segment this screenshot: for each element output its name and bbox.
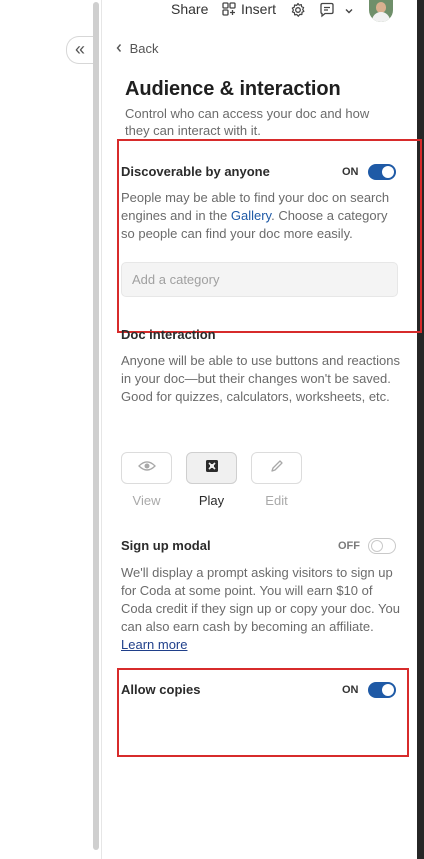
mode-edit-button[interactable] — [251, 452, 302, 484]
chevron-down-icon-svg — [345, 9, 353, 14]
back-label: Back — [129, 41, 159, 56]
doc-scrollbar[interactable] — [93, 2, 99, 850]
signup-description: We'll display a prompt asking visitors t… — [121, 564, 401, 654]
highlight-box-discoverable — [117, 139, 422, 333]
doc-interaction-title: Doc interaction — [121, 327, 216, 342]
collapse-panel-button[interactable]: « — [66, 36, 93, 64]
toggle-knob — [371, 540, 383, 552]
signup-title: Sign up modal — [121, 538, 211, 553]
insert-grid-icon-svg — [222, 2, 236, 16]
learn-more-link[interactable]: Learn more — [121, 637, 187, 652]
window-edge — [417, 0, 424, 859]
chevron-down-icon[interactable] — [344, 3, 354, 19]
gear-icon-svg — [291, 2, 305, 17]
highlight-box-copies — [117, 668, 409, 757]
play-mode-icon — [204, 458, 220, 479]
signup-desc-text: We'll display a prompt asking visitors t… — [121, 565, 400, 634]
mode-play-button[interactable] — [186, 452, 237, 484]
back-button[interactable]: Back — [115, 41, 159, 56]
comment-icon-svg — [320, 2, 334, 18]
chevron-left-icon — [115, 41, 127, 56]
panel-divider — [101, 0, 102, 859]
comment-icon[interactable] — [319, 2, 335, 21]
gear-icon[interactable] — [290, 2, 306, 21]
signup-state: OFF — [338, 540, 360, 552]
insert-grid-icon[interactable] — [222, 2, 236, 19]
page-title: Audience & interaction — [125, 78, 341, 100]
mode-play-label: Play — [198, 493, 225, 508]
mode-view-label: View — [132, 493, 161, 508]
page-subtitle: Control who can access your doc and how … — [125, 106, 370, 138]
doc-interaction-description: Anyone will be able to use buttons and r… — [121, 353, 400, 404]
doc-canvas — [0, 0, 101, 859]
avatar-body — [372, 12, 390, 22]
double-chevron-left-icon: « — [74, 39, 85, 59]
avatar[interactable] — [369, 0, 393, 22]
share-button[interactable]: Share — [171, 1, 208, 17]
mode-view-button[interactable] — [121, 452, 172, 484]
insert-button[interactable]: Insert — [241, 1, 276, 17]
signup-toggle[interactable] — [368, 538, 396, 554]
eye-icon — [137, 459, 156, 477]
mode-edit-label: Edit — [265, 493, 288, 508]
pencil-icon — [270, 459, 284, 478]
